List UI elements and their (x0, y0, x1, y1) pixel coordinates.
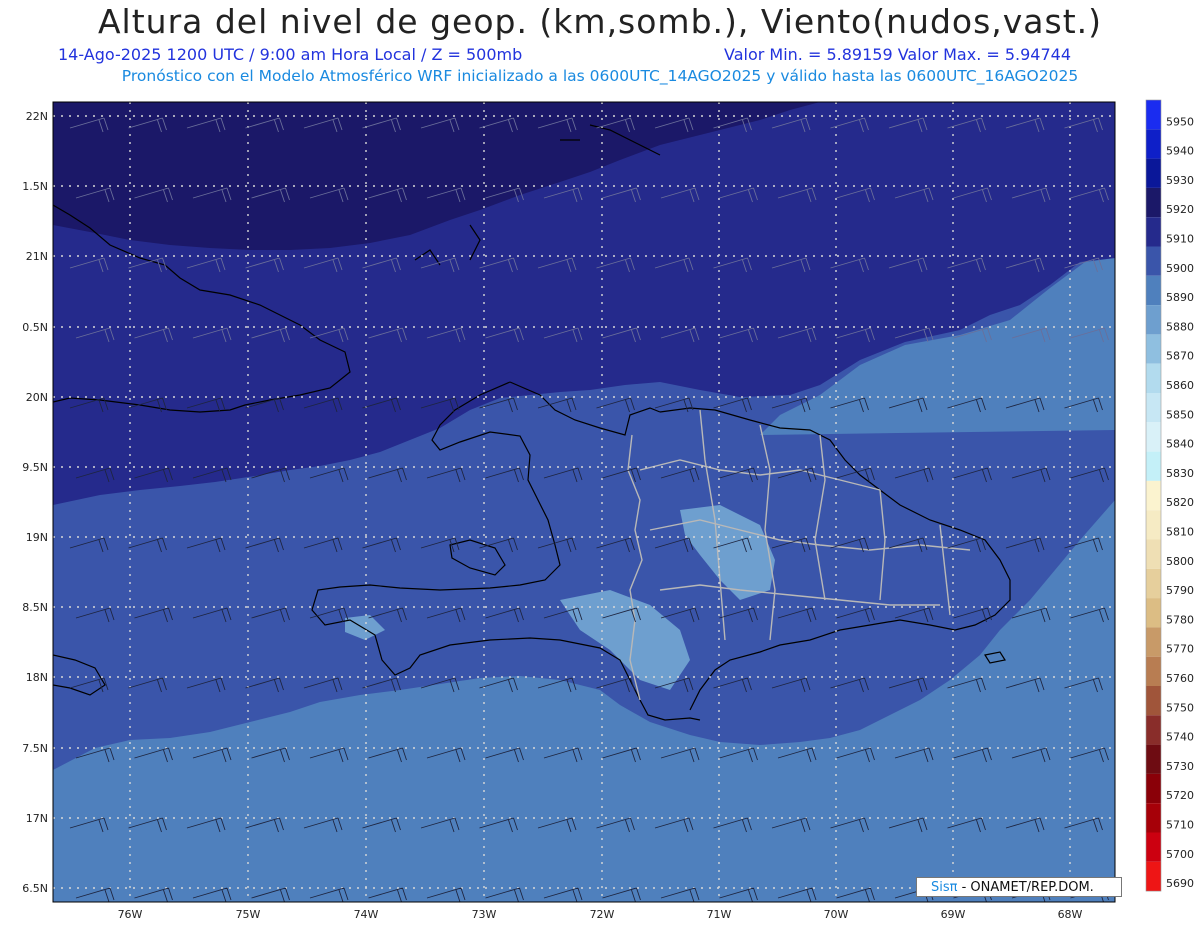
colorbar-label: 5730 (1166, 760, 1194, 773)
colorbar-label: 5820 (1166, 496, 1194, 509)
colorbar-swatch (1146, 686, 1161, 716)
colorbar-label: 5690 (1166, 877, 1194, 890)
colorbar-label: 5720 (1166, 789, 1194, 802)
lon-label: 72W (590, 908, 615, 921)
colorbar-swatch (1146, 773, 1161, 804)
sispi-logo: Sisπ (931, 880, 958, 895)
colorbar-label: 5840 (1166, 438, 1194, 451)
valid-time: 14-Ago-2025 1200 UTC / 9:00 am Hora Loca… (58, 45, 523, 64)
colorbar: 5950 5940 5930 5920 5910 5900 5890 5880 5870 5860… (1145, 99, 1194, 892)
colorbar-label: 5770 (1166, 643, 1194, 656)
colorbar-swatch (1146, 363, 1161, 393)
lat-label: 8.5N (22, 601, 48, 614)
value-range: Valor Min. = 5.89159 Valor Max. = 5.9474… (724, 45, 1072, 64)
lat-label: 1.5N (22, 180, 48, 193)
colorbar-swatch (1146, 187, 1161, 218)
colorbar-label: 5880 (1166, 320, 1194, 333)
lat-label: 9.5N (22, 461, 48, 474)
colorbar-swatch (1146, 422, 1161, 452)
map-figure: 22N 1.5N 21N 0.5N 20N 9.5N 19N 8.5N 18N … (22, 99, 1194, 921)
lon-label: 73W (472, 908, 497, 921)
colorbar-swatch (1146, 510, 1161, 540)
colorbar-label: 5860 (1166, 379, 1194, 392)
colorbar-swatch (1146, 861, 1161, 892)
colorbar-swatch (1146, 627, 1161, 657)
colorbar-label: 5910 (1166, 233, 1194, 246)
lon-label: 70W (824, 908, 849, 921)
colorbar-swatch (1146, 832, 1161, 862)
colorbar-label: 5900 (1166, 262, 1194, 275)
colorbar-label: 5790 (1166, 584, 1194, 597)
colorbar-label: 5940 (1166, 145, 1194, 158)
colorbar-swatch (1146, 158, 1161, 188)
lat-label: 21N (26, 250, 48, 263)
colorbar-label: 5830 (1166, 467, 1194, 480)
colorbar-label: 5700 (1166, 848, 1194, 861)
colorbar-swatch (1146, 656, 1161, 686)
longitude-axis: 76W 75W 74W 73W 72W 71W 70W 69W 68W (118, 908, 1083, 921)
lat-label: 19N (26, 531, 48, 544)
colorbar-swatch (1146, 598, 1161, 628)
colorbar-label: 5710 (1166, 819, 1194, 832)
lat-label: 18N (26, 671, 48, 684)
colorbar-label: 5850 (1166, 408, 1194, 421)
lat-label: 7.5N (22, 742, 48, 755)
colorbar-swatch (1146, 539, 1161, 569)
latitude-axis: 22N 1.5N 21N 0.5N 20N 9.5N 19N 8.5N 18N … (22, 110, 48, 895)
colorbar-label: 5750 (1166, 701, 1194, 714)
lat-label: 22N (26, 110, 48, 123)
lon-label: 68W (1058, 908, 1083, 921)
colorbar-label: 5930 (1166, 174, 1194, 187)
colorbar-swatch (1146, 217, 1161, 247)
lon-label: 69W (941, 908, 966, 921)
map-title: Altura del nivel de geop. (km,somb.), Vi… (97, 2, 1103, 41)
colorbar-swatch (1146, 744, 1161, 774)
colorbar-swatch (1146, 451, 1161, 481)
colorbar-label: 5760 (1166, 672, 1194, 685)
model-info: Pronóstico con el Modelo Atmosférico WRF… (121, 67, 1079, 85)
lon-label: 75W (236, 908, 261, 921)
lon-label: 76W (118, 908, 143, 921)
colorbar-label: 5890 (1166, 291, 1194, 304)
colorbar-label: 5920 (1166, 203, 1194, 216)
lon-label: 74W (354, 908, 379, 921)
lat-label: 17N (26, 812, 48, 825)
colorbar-swatch (1146, 246, 1161, 276)
colorbar-label: 5870 (1166, 350, 1194, 363)
colorbar-swatch (1146, 129, 1161, 159)
colorbar-swatch (1146, 803, 1161, 833)
lon-label: 71W (707, 908, 732, 921)
colorbar-swatch (1146, 715, 1161, 745)
colorbar-swatch (1146, 305, 1161, 335)
colorbar-swatch (1146, 100, 1161, 130)
colorbar-label: 5810 (1166, 526, 1194, 539)
credit-text: - ONAMET/REP.DOM. (961, 880, 1094, 895)
colorbar-label: 5780 (1166, 613, 1194, 626)
geopotential-shading (53, 102, 1115, 902)
colorbar-label: 5800 (1166, 555, 1194, 568)
colorbar-label: 5950 (1166, 115, 1194, 128)
colorbar-swatch (1146, 480, 1161, 511)
lat-label: 6.5N (22, 882, 48, 895)
colorbar-swatch (1146, 334, 1161, 364)
credit-box: Sisπ - ONAMET/REP.DOM. (916, 877, 1122, 897)
colorbar-swatch (1146, 568, 1161, 599)
colorbar-label: 5740 (1166, 731, 1194, 744)
lat-label: 0.5N (22, 321, 48, 334)
lat-label: 20N (26, 391, 48, 404)
colorbar-swatch (1146, 393, 1161, 423)
colorbar-swatch (1146, 275, 1161, 306)
